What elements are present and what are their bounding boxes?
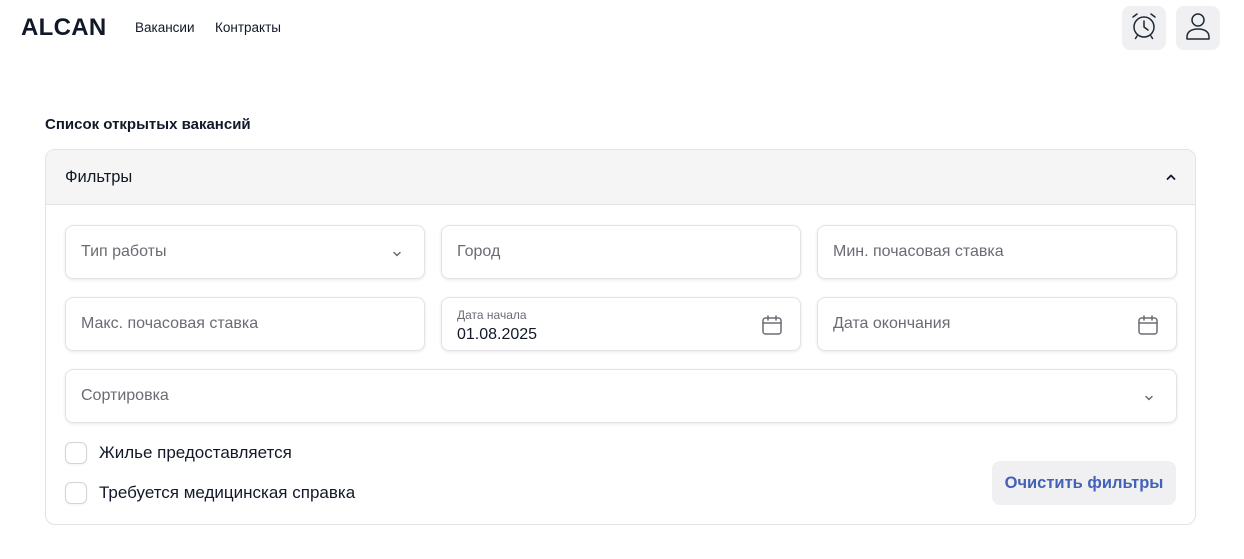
medical-certificate-checkbox[interactable] — [65, 482, 87, 504]
min-rate-placeholder: Мин. почасовая ставка — [833, 243, 1004, 260]
city-input[interactable]: Город — [441, 225, 801, 279]
job-type-select[interactable]: Тип работы — [65, 225, 425, 279]
end-date-field[interactable]: Дата окончания — [817, 297, 1177, 351]
start-date-field[interactable]: Дата начала 01.08.2025 — [441, 297, 801, 351]
nav-link-vacancies[interactable]: Вакансии — [135, 20, 195, 35]
nav-link-contracts[interactable]: Контракты — [215, 20, 281, 35]
filters-header[interactable]: Фильтры — [46, 150, 1195, 205]
chevron-up-icon[interactable] — [1165, 170, 1177, 188]
calendar-icon[interactable] — [1137, 314, 1159, 341]
user-icon — [1184, 11, 1212, 46]
min-rate-input[interactable]: Мин. почасовая ставка — [817, 225, 1177, 279]
start-date-value: 01.08.2025 — [457, 326, 538, 343]
start-date-label: Дата начала — [457, 308, 527, 322]
alarm-clock-icon — [1129, 11, 1159, 46]
housing-provided-label[interactable]: Жилье предоставляется — [99, 443, 292, 463]
medical-certificate-label[interactable]: Требуется медицинская справка — [99, 483, 355, 503]
job-type-placeholder: Тип работы — [81, 243, 167, 260]
housing-provided-checkbox[interactable] — [65, 442, 87, 464]
chevron-down-icon — [1143, 391, 1155, 409]
city-placeholder: Город — [457, 243, 501, 260]
top-bar: ALCAN Вакансии Контракты — [0, 0, 1244, 58]
filters-title: Фильтры — [65, 168, 133, 186]
calendar-icon[interactable] — [761, 314, 783, 341]
profile-button[interactable] — [1176, 6, 1220, 50]
filters-panel: Фильтры Тип работы Город Мин. почасовая … — [45, 149, 1196, 525]
sort-placeholder: Сортировка — [81, 387, 169, 404]
max-rate-placeholder: Макс. почасовая ставка — [81, 315, 259, 332]
housing-provided-option[interactable]: Жилье предоставляется — [65, 441, 292, 465]
end-date-placeholder: Дата окончания — [833, 315, 951, 332]
clear-filters-button[interactable]: Очистить фильтры — [992, 461, 1176, 505]
alarm-button[interactable] — [1122, 6, 1166, 50]
page-title: Список открытых вакансий — [45, 116, 251, 133]
logo[interactable]: ALCAN — [21, 14, 107, 42]
max-rate-input[interactable]: Макс. почасовая ставка — [65, 297, 425, 351]
medical-certificate-option[interactable]: Требуется медицинская справка — [65, 481, 355, 505]
chevron-down-icon — [391, 247, 403, 265]
sort-select[interactable]: Сортировка — [65, 369, 1177, 423]
